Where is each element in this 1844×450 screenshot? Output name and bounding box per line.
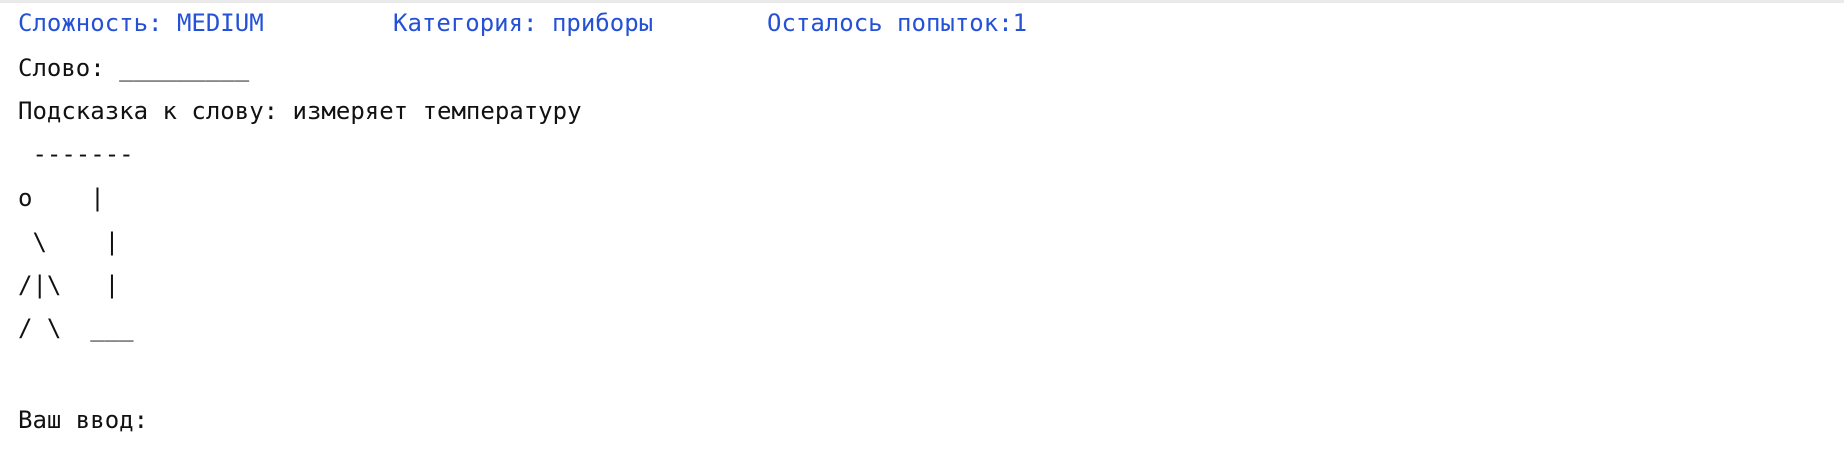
category-status: Категория: приборы (393, 9, 654, 37)
difficulty-status: Сложность: MEDIUM (18, 9, 264, 37)
hangman-art-row-4: /|\ | (18, 271, 120, 299)
terminal-top-border (0, 0, 1844, 3)
masked-word-line: Слово: _________ (18, 54, 250, 82)
hint-line: Подсказка к слову: измеряет температуру (18, 97, 582, 125)
hangman-art-row-3: \ | (18, 228, 120, 256)
hangman-art-row-1: ------- (18, 140, 134, 168)
hangman-art-row-5: / \ ___ (18, 314, 134, 342)
attempts-remaining-status: Осталось попыток:1 (767, 9, 1028, 37)
hangman-art-row-2: o | (18, 184, 105, 212)
input-prompt[interactable]: Ваш ввод: (18, 406, 148, 434)
